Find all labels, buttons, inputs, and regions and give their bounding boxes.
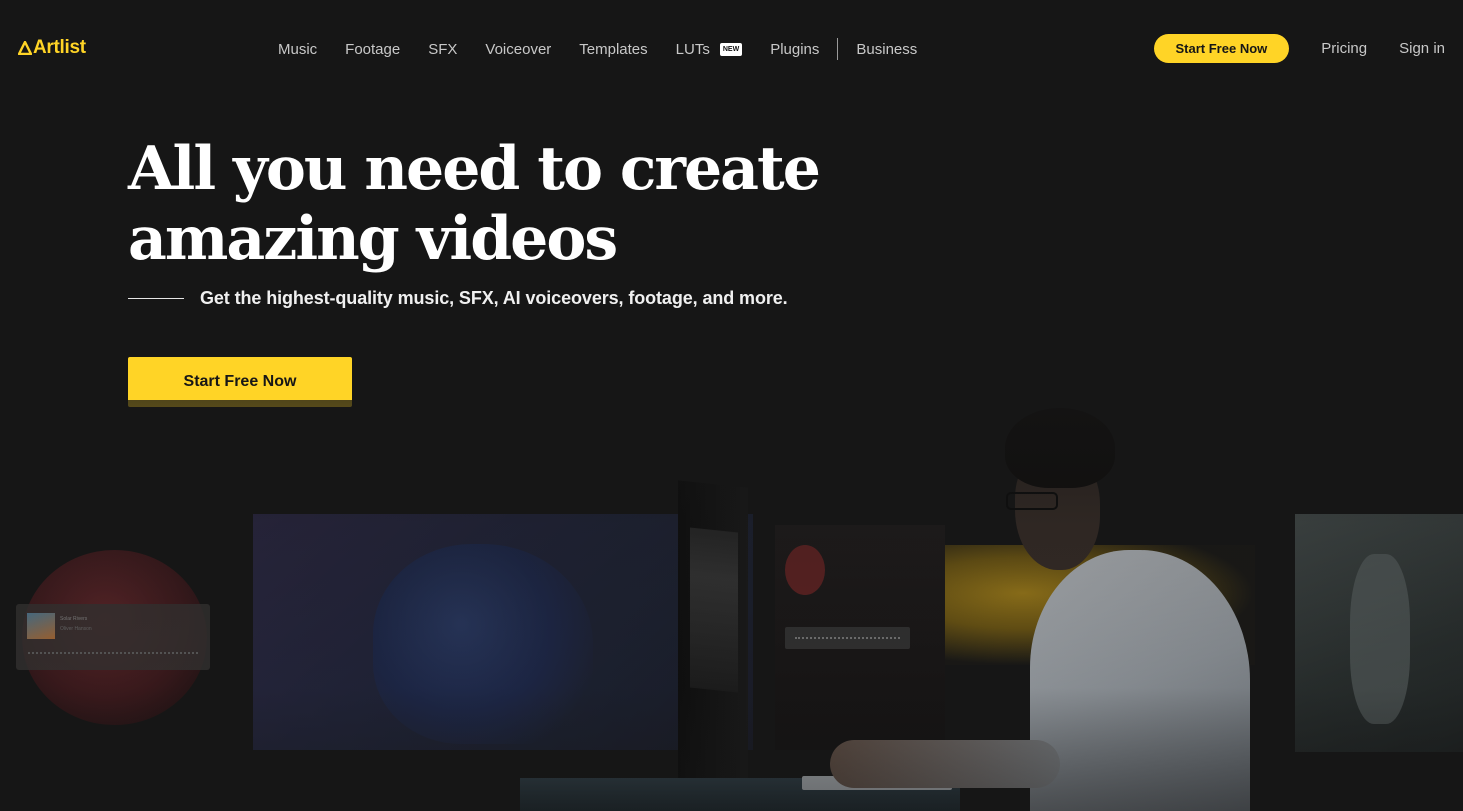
editor-person-shirt — [1030, 550, 1250, 811]
editor-person-arm — [830, 740, 1060, 788]
start-free-now-top-button[interactable]: Start Free Now — [1153, 34, 1290, 63]
nav-divider — [837, 38, 839, 60]
top-navigation: Artlist Music Footage SFX Voiceover Temp… — [0, 0, 1463, 96]
new-badge: NEW — [719, 42, 743, 56]
sign-in-link[interactable]: Sign in — [1399, 40, 1445, 57]
track-artwork — [27, 613, 55, 639]
monitor-screen — [690, 527, 738, 693]
nav-sfx[interactable]: SFX — [428, 41, 457, 58]
artlist-logo[interactable]: Artlist — [18, 37, 86, 59]
statue-video-panel — [1295, 514, 1463, 752]
nav-business[interactable]: Business — [856, 41, 917, 58]
main-menu: Music Footage SFX Voiceover Templates LU… — [278, 38, 945, 60]
logo-text: Artlist — [33, 37, 86, 58]
nav-pricing[interactable]: Pricing — [1321, 40, 1367, 57]
subtitle-rule — [128, 298, 184, 299]
logo-triangle-icon — [18, 41, 32, 55]
audio-waveform-card — [785, 627, 910, 649]
nav-music[interactable]: Music — [278, 41, 317, 58]
hero-showcase-image: Solar Rivers Oliver Hanson — [0, 400, 1463, 811]
editor-person-hair — [1005, 408, 1115, 488]
track-artist: Oliver Hanson — [60, 626, 92, 632]
nav-plugins[interactable]: Plugins — [770, 41, 819, 58]
nav-templates[interactable]: Templates — [579, 41, 647, 58]
music-track-card: Solar Rivers Oliver Hanson — [16, 604, 210, 670]
nav-actions: Start Free Now Pricing Sign in — [1153, 34, 1445, 63]
hero-subtitle: Get the highest-quality music, SFX, AI v… — [200, 288, 788, 308]
dancer-silhouette — [373, 544, 593, 744]
nav-footage[interactable]: Footage — [345, 41, 400, 58]
waveform — [28, 652, 198, 658]
hero-subtitle-row: Get the highest-quality music, SFX, AI v… — [128, 288, 788, 309]
portrait-video-panel — [775, 525, 945, 750]
nav-luts[interactable]: LUTs NEW — [676, 41, 743, 58]
track-title: Solar Rivers — [60, 616, 88, 622]
hero-title: All you need to create amazing videos — [128, 134, 821, 274]
portrait-figure — [785, 545, 825, 595]
statue-figure — [1350, 554, 1410, 724]
glasses — [1006, 492, 1058, 510]
nav-voiceover[interactable]: Voiceover — [485, 41, 551, 58]
nav-luts-label: LUTs — [675, 40, 710, 58]
